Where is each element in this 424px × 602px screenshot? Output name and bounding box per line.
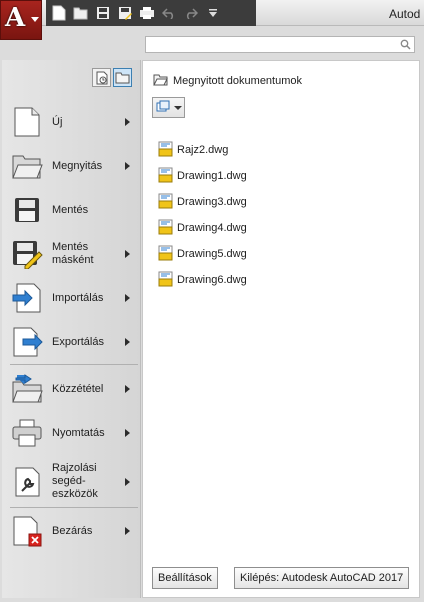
file-name: Drawing3.dwg (177, 196, 247, 208)
menu-divider (10, 507, 138, 508)
chevron-down-icon (31, 17, 39, 22)
menu-item-import[interactable]: Importálás (10, 281, 136, 315)
panel-title: Megnyitott dokumentumok (173, 75, 303, 87)
open-icon[interactable] (72, 4, 90, 22)
menu-item-drawing-utilities[interactable]: Rajzolási segéd-eszközök (10, 462, 136, 501)
menu-item-label: Importálás (52, 291, 104, 304)
import-icon (10, 281, 44, 315)
chevron-right-icon (125, 429, 130, 437)
menu-item-label: Exportálás (52, 335, 104, 348)
file-name: Drawing6.dwg (177, 274, 247, 286)
open-documents-toggle[interactable] (113, 68, 132, 87)
undo-icon[interactable] (160, 4, 178, 22)
list-item[interactable]: Drawing3.dwg (158, 189, 247, 215)
menu-divider (10, 364, 138, 365)
dwg-file-icon (158, 219, 173, 238)
drawing-utilities-icon (10, 465, 44, 499)
plot-icon[interactable] (138, 4, 156, 22)
open-folder-icon (10, 149, 44, 183)
menu-item-open[interactable]: Megnyitás (10, 149, 136, 183)
chevron-right-icon (125, 162, 130, 170)
exit-autocad-button[interactable]: Kilépés: Autodesk AutoCAD 2017 (234, 567, 410, 589)
menu-item-save[interactable]: Mentés (10, 193, 136, 227)
close-document-icon (10, 514, 44, 548)
search-input[interactable] (145, 36, 415, 53)
menu-item-label: Rajzolási segéd-eszközök (52, 462, 98, 500)
chevron-right-icon (125, 527, 130, 535)
chevron-right-icon (125, 118, 130, 126)
dwg-file-icon (158, 193, 173, 212)
quick-access-toolbar (46, 0, 256, 26)
menu-item-label: Nyomtatás (52, 426, 105, 439)
dwg-file-icon (158, 245, 173, 264)
icons-view-icon (156, 100, 170, 115)
menu-item-label: Mentés (52, 203, 89, 216)
title-bar: A Autod (0, 0, 424, 40)
menu-item-save-as[interactable]: Mentés másként (10, 237, 136, 271)
menu-item-label: Bezárás (52, 524, 93, 537)
print-icon (10, 416, 44, 450)
save-icon[interactable] (94, 4, 112, 22)
publish-icon (10, 372, 44, 406)
recent-documents-toggle[interactable] (92, 68, 111, 87)
window-title: Autod (389, 7, 421, 21)
list-item[interactable]: Drawing5.dwg (158, 241, 247, 267)
file-name: Drawing1.dwg (177, 170, 247, 182)
menu-item-label: Mentés másként (52, 241, 94, 266)
dwg-file-icon (158, 167, 173, 186)
chevron-right-icon (125, 477, 130, 486)
chevron-right-icon (125, 294, 130, 302)
export-icon (10, 325, 44, 359)
chevron-down-icon (174, 105, 182, 110)
open-documents-panel: Megnyitott dokumentumok Rajz2.dwg Drawin… (142, 60, 420, 598)
customize-icon[interactable] (204, 4, 222, 22)
menu-item-label: Közzététel (52, 382, 104, 395)
options-button[interactable]: Beállítások (152, 567, 218, 589)
redo-icon[interactable] (182, 4, 200, 22)
file-name: Rajz2.dwg (177, 144, 229, 156)
menu-item-print[interactable]: Nyomtatás (10, 416, 136, 450)
view-toggles (92, 68, 132, 87)
file-name: Drawing4.dwg (177, 222, 247, 234)
folder-icon (153, 73, 168, 89)
dwg-file-icon (158, 271, 173, 290)
chevron-right-icon (125, 338, 130, 346)
menu-item-export[interactable]: Exportálás (10, 325, 136, 359)
save-as-icon[interactable] (116, 4, 134, 22)
menu-item-close[interactable]: Bezárás (10, 514, 136, 548)
list-item[interactable]: Rajz2.dwg (158, 137, 247, 163)
new-document-icon (10, 105, 44, 139)
menu-item-label: Megnyitás (52, 159, 103, 172)
list-item[interactable]: Drawing4.dwg (158, 215, 247, 241)
menu-item-label: Új (52, 115, 63, 128)
file-name: Drawing5.dwg (177, 248, 247, 260)
search-icon (400, 39, 411, 53)
dwg-file-icon (158, 141, 173, 160)
chevron-right-icon (125, 250, 130, 258)
list-item[interactable]: Drawing6.dwg (158, 267, 247, 293)
list-item[interactable]: Drawing1.dwg (158, 163, 247, 189)
menu-item-new[interactable]: Új (10, 105, 136, 139)
autocad-logo-icon: A (5, 3, 26, 33)
new-icon[interactable] (50, 4, 68, 22)
save-as-icon (10, 237, 44, 271)
save-icon (10, 193, 44, 227)
application-menu-button[interactable]: A (0, 0, 42, 40)
chevron-right-icon (125, 385, 130, 393)
view-mode-dropdown[interactable] (152, 97, 185, 118)
menu-item-publish[interactable]: Közzététel (10, 372, 136, 406)
panel-heading: Megnyitott dokumentumok (153, 73, 302, 89)
document-list: Rajz2.dwg Drawing1.dwg Drawing3.dwg Draw… (158, 137, 247, 293)
